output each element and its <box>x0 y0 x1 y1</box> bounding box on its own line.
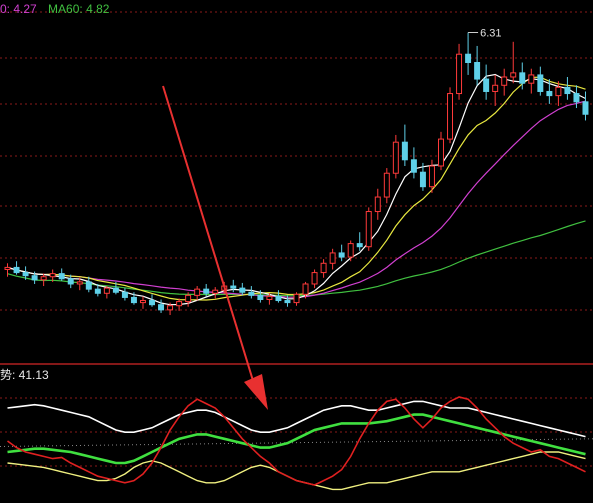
candle-body <box>510 72 517 78</box>
candle-body <box>347 243 354 258</box>
candle-body <box>103 287 110 294</box>
candle-body <box>293 293 300 304</box>
ma60-label: MA60: 4.82 <box>48 2 110 16</box>
candle-body <box>121 291 128 298</box>
candle-body <box>456 53 463 95</box>
candle-body <box>266 295 273 300</box>
candle-body <box>320 262 327 274</box>
candle-body <box>58 273 65 280</box>
candle-body <box>49 273 56 278</box>
candle-body <box>167 305 174 311</box>
peak-price-label: 6.31 <box>480 27 501 39</box>
candle-body <box>149 300 155 306</box>
candle-body <box>392 141 399 174</box>
candle-body <box>483 78 490 92</box>
ma30-line <box>7 100 586 298</box>
candle-body <box>112 287 119 293</box>
candle-body <box>501 76 508 86</box>
candle-body <box>419 171 426 188</box>
candle-body <box>185 294 192 303</box>
candle-body <box>383 172 390 198</box>
candle-body <box>158 304 165 311</box>
candle-body <box>564 86 571 95</box>
oscillator-label: 势: 41.13 <box>0 368 49 382</box>
candle-body <box>410 159 417 173</box>
stock-chart: 6.31 <box>0 11 593 491</box>
candle-body <box>275 295 282 302</box>
candle-body <box>67 278 74 285</box>
candle-body <box>492 84 499 92</box>
candle-body <box>428 165 435 188</box>
candle-body <box>465 53 472 64</box>
candle-body <box>573 93 580 103</box>
candle-body <box>31 275 38 281</box>
candle-body <box>284 300 291 304</box>
candle-body <box>230 285 237 289</box>
candle-body <box>356 243 363 248</box>
annotation-arrow-head <box>244 374 268 410</box>
annotation-arrow-shaft <box>162 85 255 385</box>
candle-body <box>203 288 210 294</box>
candle-body <box>40 276 47 281</box>
candle-body <box>248 291 255 296</box>
ma10-line <box>7 76 586 301</box>
candle-body <box>94 288 101 294</box>
candle-body <box>329 252 336 264</box>
candle-body <box>438 138 444 167</box>
candle-body <box>22 272 29 277</box>
candle-body <box>537 74 544 92</box>
candle-body <box>528 74 535 84</box>
candle-body <box>194 288 201 296</box>
candle-body <box>13 266 20 274</box>
candle-body <box>582 101 589 115</box>
top-legend: 0: 4.27 MA60: 4.82 <box>0 2 117 16</box>
candle-body <box>76 281 83 285</box>
candle-body <box>212 289 219 294</box>
candle-body <box>139 300 146 304</box>
candle-body <box>302 283 309 295</box>
bottom-legend: 势: 41.13 <box>0 366 57 383</box>
candle-body <box>519 72 526 84</box>
candle-body <box>365 211 372 248</box>
candle-body <box>555 86 562 97</box>
candle-body <box>338 252 345 258</box>
candle-body <box>374 196 381 213</box>
oscillator-red-line <box>7 396 586 486</box>
oscillator-green-line <box>7 413 586 465</box>
candle-body <box>176 301 183 307</box>
candle-body <box>401 141 408 161</box>
candle-body <box>447 93 454 140</box>
candle-body <box>4 266 11 270</box>
candle-body <box>257 294 264 300</box>
ma30-label: 0: 4.27 <box>0 2 37 16</box>
candle-body <box>546 90 553 97</box>
candle-body <box>311 272 318 285</box>
candle-body <box>239 287 246 293</box>
candle-body <box>85 281 92 290</box>
candle-body <box>474 62 481 80</box>
candle-body <box>130 296 137 304</box>
